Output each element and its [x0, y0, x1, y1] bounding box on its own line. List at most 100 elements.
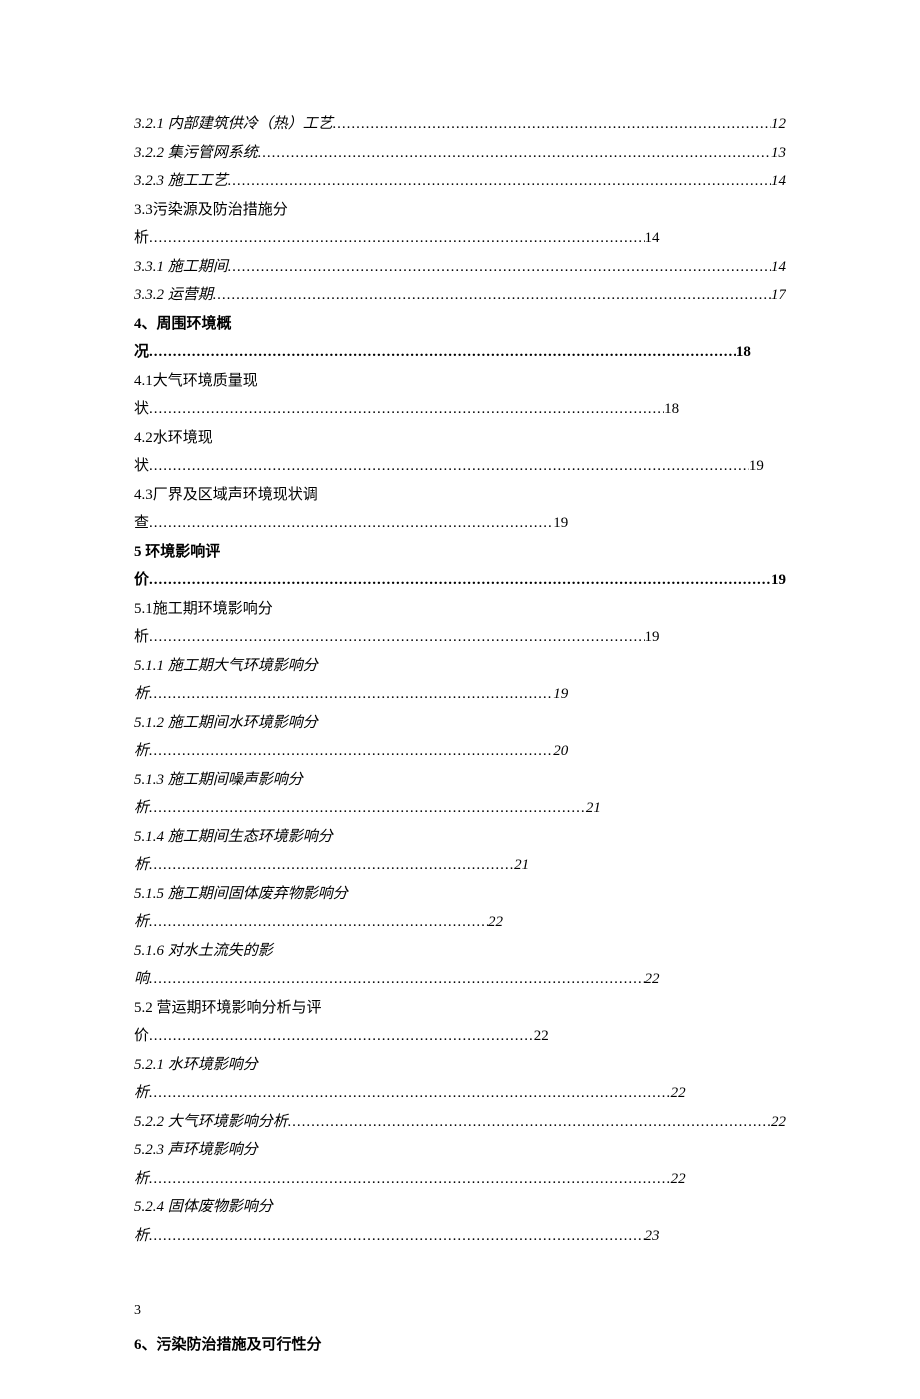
toc-page-number: 18: [664, 395, 679, 424]
toc-entry: 5.1.1 施工期大气环境影响分析.......................…: [134, 652, 786, 709]
toc-page-number: 23: [645, 1222, 660, 1251]
toc-label: 5.1.3 施工期间噪声影响分: [134, 766, 786, 795]
toc-page-number: 21: [586, 794, 601, 823]
toc-page-number: 22: [671, 1165, 686, 1194]
toc-label-tail: 析: [134, 224, 149, 253]
toc-page-number: 14: [645, 224, 660, 253]
toc-label-tail: 价: [134, 566, 149, 595]
toc-entry: 3.3.1 施工期间..............................…: [134, 253, 786, 282]
toc-label-tail: 析: [134, 680, 149, 709]
toc-leader-dots: ........................................…: [149, 395, 664, 424]
toc-label-tail: 况: [134, 338, 149, 367]
toc-leader-dots: ........................................…: [228, 167, 771, 196]
toc-leader-dots: ........................................…: [149, 224, 645, 253]
toc-entry: 5.1施工期环境影响分析............................…: [134, 595, 786, 652]
toc-leader-dots: ........................................…: [149, 851, 514, 880]
toc-label-tail: 查: [134, 509, 149, 538]
toc-label-tail: 析: [134, 908, 149, 937]
toc-leader-dots: ........................................…: [149, 1079, 671, 1108]
toc-entry: 3.3污染源及防治措施分析...........................…: [134, 196, 786, 253]
toc-leader-dots: ........................................…: [333, 110, 771, 139]
toc-leader-dots: ........................................…: [149, 452, 749, 481]
toc-entry: 5.1.2 施工期间水环境影响分析.......................…: [134, 709, 786, 766]
toc-page-number: 22: [671, 1079, 686, 1108]
toc-page-number: 14: [771, 253, 786, 282]
toc-entry: 5.1.3 施工期间噪声影响分析........................…: [134, 766, 786, 823]
toc-entry: 5.1.6 对水土流失的影响..........................…: [134, 937, 786, 994]
toc-label: 3.3.1 施工期间: [134, 253, 228, 282]
toc-page-number: 22: [771, 1108, 786, 1137]
toc-label: 4.3厂界及区域声环境现状调: [134, 481, 786, 510]
toc-label-tail: 析: [134, 794, 149, 823]
toc-leader-dots: ........................................…: [149, 566, 771, 595]
toc-label-tail: 响: [134, 965, 149, 994]
toc-label: 3.2.1 内部建筑供冷（热）工艺: [134, 110, 333, 139]
toc-entry: 4.3厂界及区域声环境现状调查.........................…: [134, 481, 786, 538]
table-of-contents: 3.2.1 内部建筑供冷（热）工艺.......................…: [134, 110, 786, 1250]
toc-label: 5.2.4 固体废物影响分: [134, 1193, 786, 1222]
toc-label-tail: 析: [134, 1222, 149, 1251]
toc-page-number: 22: [645, 965, 660, 994]
toc-page-number: 19: [553, 509, 568, 538]
toc-label-tail: 析: [134, 1165, 149, 1194]
toc-label: 4.2水环境现: [134, 424, 786, 453]
toc-label: 4、周围环境概: [134, 310, 786, 339]
toc-label: 5.1.5 施工期间固体废弃物影响分: [134, 880, 786, 909]
toc-page-number: 19: [771, 566, 786, 595]
toc-page-number: 19: [749, 452, 764, 481]
toc-entry: 5.2 营运期环境影响分析与评价........................…: [134, 994, 786, 1051]
toc-page-number: 19: [553, 680, 568, 709]
toc-entry: 4、周围环境概况................................…: [134, 310, 786, 367]
toc-label-tail: 状: [134, 452, 149, 481]
toc-label: 4.1大气环境质量现: [134, 367, 786, 396]
toc-leader-dots: ........................................…: [149, 1022, 534, 1051]
toc-label: 5.2.2 大气环境影响分析: [134, 1108, 288, 1137]
toc-entry: 4.1大气环境质量现状.............................…: [134, 367, 786, 424]
toc-label-tail: 价: [134, 1022, 149, 1051]
toc-page-number: 20: [553, 737, 568, 766]
toc-page-number: 17: [771, 281, 786, 310]
toc-page-number: 14: [771, 167, 786, 196]
toc-entry: 3.2.1 内部建筑供冷（热）工艺.......................…: [134, 110, 786, 139]
toc-leader-dots: ........................................…: [288, 1108, 771, 1137]
toc-page-number: 21: [514, 851, 529, 880]
toc-label-tail: 析: [134, 1079, 149, 1108]
toc-page-number: 18: [736, 338, 751, 367]
toc-label-tail: 状: [134, 395, 149, 424]
toc-label: 3.2.2 集污管网系统: [134, 139, 258, 168]
toc-entry: 5 环境影响评价................................…: [134, 538, 786, 595]
toc-label-tail: 析: [134, 851, 149, 880]
toc-leader-dots: ........................................…: [149, 338, 736, 367]
toc-leader-dots: ........................................…: [149, 794, 586, 823]
toc-entry: 3.3.2 运营期...............................…: [134, 281, 786, 310]
toc-leader-dots: ........................................…: [149, 965, 645, 994]
toc-label: 5 环境影响评: [134, 538, 786, 567]
toc-leader-dots: ........................................…: [149, 509, 553, 538]
toc-label: 5.1.4 施工期间生态环境影响分: [134, 823, 786, 852]
toc-leader-dots: ........................................…: [149, 908, 488, 937]
toc-label: 5.2.1 水环境影响分: [134, 1051, 786, 1080]
toc-leader-dots: ........................................…: [258, 139, 771, 168]
toc-entry: 5.2.4 固体废物影响分析..........................…: [134, 1193, 786, 1250]
toc-leader-dots: ........................................…: [149, 1165, 671, 1194]
next-section-heading: 6、污染防治措施及可行性分: [134, 1331, 786, 1360]
toc-leader-dots: ........................................…: [228, 253, 771, 282]
toc-label: 5.1.2 施工期间水环境影响分: [134, 709, 786, 738]
toc-leader-dots: ........................................…: [149, 1222, 645, 1251]
toc-label: 3.3.2 运营期: [134, 281, 213, 310]
toc-entry: 5.2.2 大气环境影响分析..........................…: [134, 1108, 786, 1137]
toc-label-tail: 析: [134, 737, 149, 766]
toc-label: 5.2.3 声环境影响分: [134, 1136, 786, 1165]
toc-entry: 5.2.3 声环境影响分析...........................…: [134, 1136, 786, 1193]
toc-leader-dots: ........................................…: [149, 680, 553, 709]
toc-label: 5.1.6 对水土流失的影: [134, 937, 786, 966]
toc-page-number: 13: [771, 139, 786, 168]
toc-label: 3.3污染源及防治措施分: [134, 196, 786, 225]
toc-label: 5.1.1 施工期大气环境影响分: [134, 652, 786, 681]
toc-leader-dots: ........................................…: [149, 737, 553, 766]
toc-page-number: 22: [534, 1022, 549, 1051]
toc-entry: 3.2.2 集污管网系统............................…: [134, 139, 786, 168]
toc-label: 3.2.3 施工工艺: [134, 167, 228, 196]
toc-label: 5.1施工期环境影响分: [134, 595, 786, 624]
toc-leader-dots: ........................................…: [149, 623, 645, 652]
